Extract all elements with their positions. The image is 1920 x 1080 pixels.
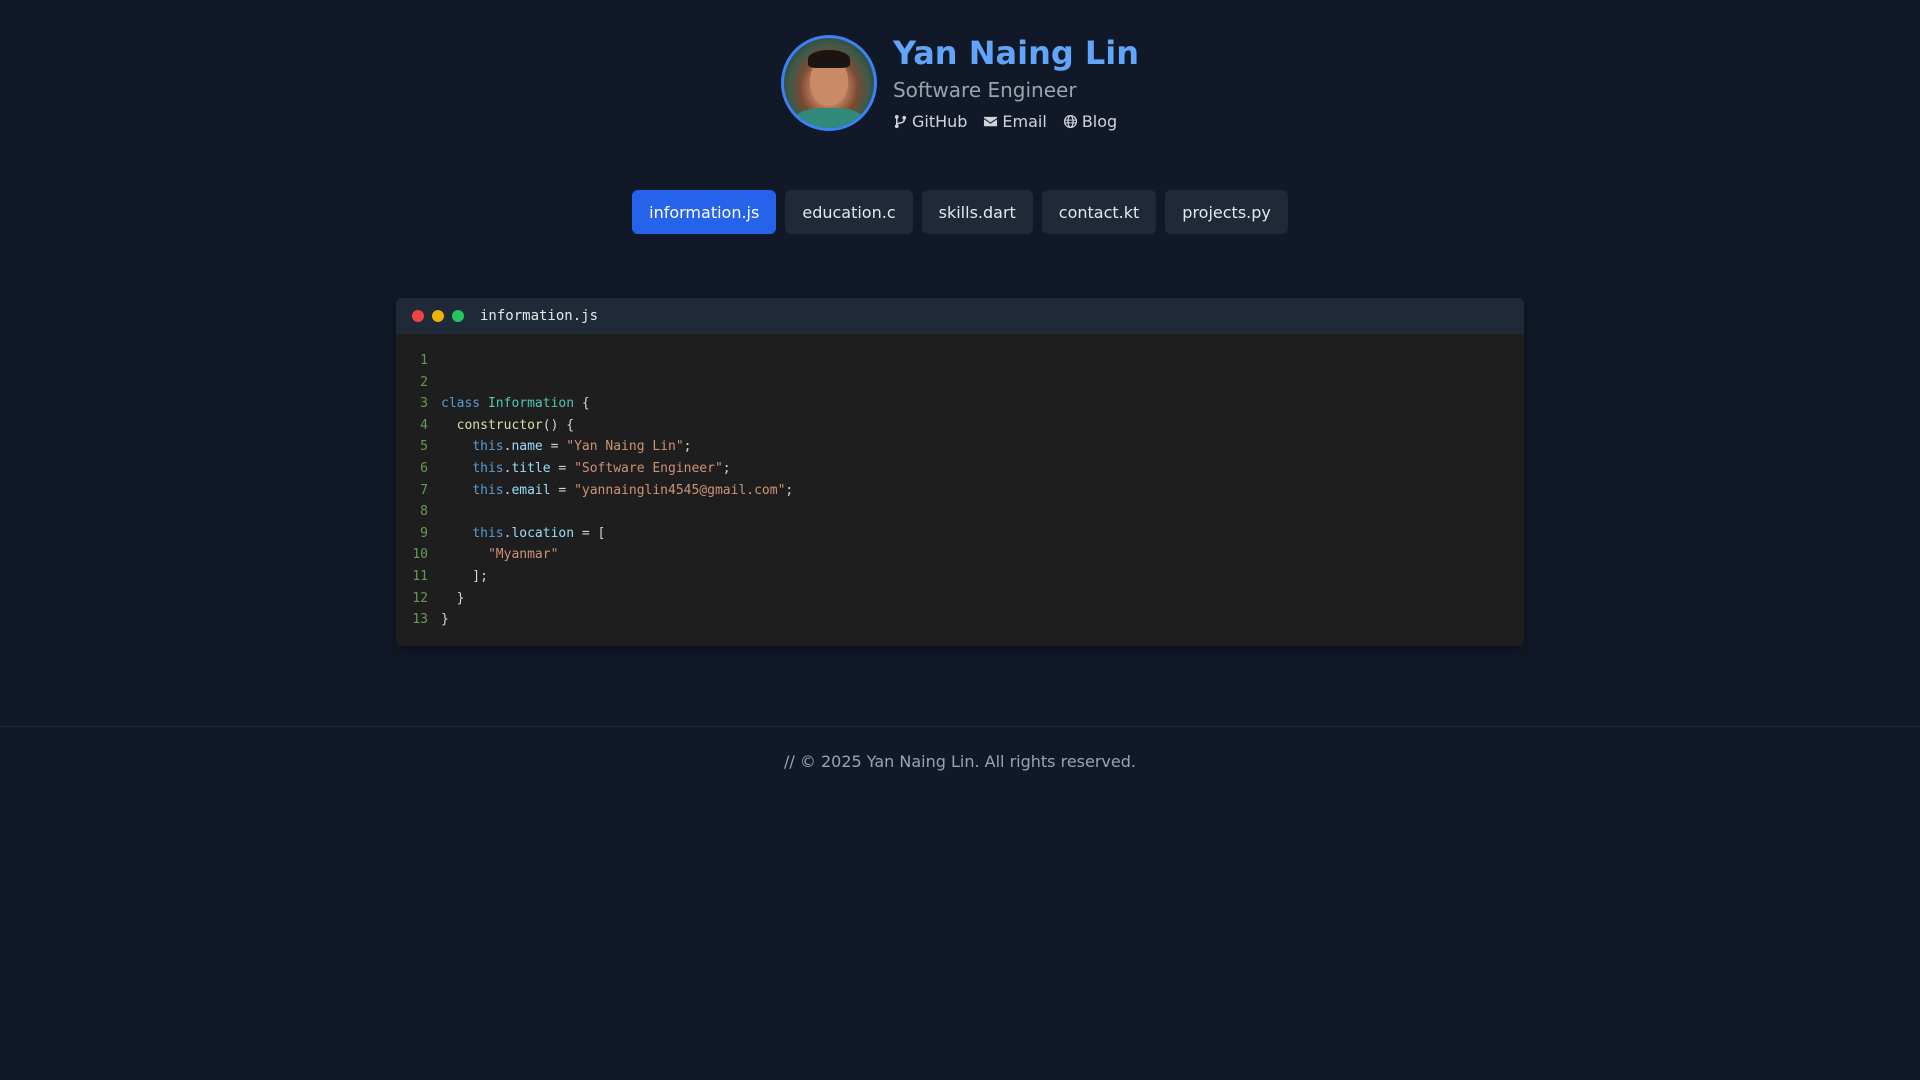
code-token: } [441, 612, 449, 628]
code-token: this [472, 525, 504, 541]
code-token: { [574, 396, 590, 412]
line-number: 13 [412, 612, 428, 628]
editor-titlebar: information.js [396, 298, 1524, 334]
email-link[interactable]: Email [983, 112, 1047, 131]
globe-icon [1063, 114, 1077, 129]
avatar-hair [807, 49, 850, 68]
code-token: } [441, 590, 465, 606]
code-line: 13} [396, 609, 1524, 631]
profile-name: Yan Naing Lin [892, 34, 1140, 72]
footer-divider [0, 726, 1920, 727]
line-number: 8 [420, 504, 428, 520]
code-line: 9 this. location = [ [396, 523, 1524, 545]
tab-skills-dart[interactable]: skills.dart [921, 190, 1033, 234]
blog-link[interactable]: Blog [1063, 112, 1117, 131]
tab-education-c[interactable]: education.c [785, 190, 913, 234]
tab-projects-py[interactable]: projects.py [1165, 190, 1288, 234]
line-number: 12 [412, 590, 428, 606]
profile-links: GitHub Email Blog [893, 112, 1139, 131]
footer-text: // © 2025 Yan Naing Lin. All rights rese… [784, 752, 1136, 771]
editor-filename: information.js [480, 308, 599, 324]
profile-info: Yan Naing Lin Software Engineer GitHub E… [893, 34, 1139, 131]
line-number: 11 [412, 568, 428, 584]
code-token: "Software Engineer" [574, 460, 723, 476]
avatar [780, 34, 877, 131]
code-token: = [550, 482, 575, 498]
tab-contact-kt[interactable]: contact.kt [1041, 190, 1157, 234]
code-line: 3 class Information { [396, 393, 1524, 415]
close-dot-icon [412, 310, 424, 322]
page: Yan Naing Lin Software Engineer GitHub E… [0, 0, 1920, 1080]
code-line: 7 this. email = "yannainglin4545@gmail.co… [396, 480, 1524, 502]
code-token: ; [785, 482, 794, 498]
code-line: 2 [396, 372, 1524, 394]
code-body: 1 2 3 class Information {4 constructor() {5… [396, 334, 1524, 631]
code-token: location [511, 525, 575, 541]
file-tabs: information.js education.c skills.dart c… [0, 190, 1920, 234]
code-line: 6 this. title = "Software Engineer"; [396, 458, 1524, 480]
code-line: 1 [396, 350, 1524, 372]
maximize-dot-icon [452, 310, 464, 322]
code-line: 12 } [396, 588, 1524, 610]
line-number: 9 [420, 525, 428, 541]
avatar-shirt [793, 107, 864, 128]
code-editor-window: information.js 1 2 3 class Information {4 c… [396, 298, 1524, 646]
code-token: ]; [441, 568, 488, 584]
code-token: . [503, 460, 512, 476]
line-number: 5 [420, 439, 428, 455]
code-token: name [511, 439, 543, 455]
code-line: 5 this. name = "Yan Naing Lin"; [396, 436, 1524, 458]
code-token: this [472, 439, 504, 455]
line-number: 7 [420, 482, 428, 498]
blog-link-label: Blog [1081, 112, 1118, 131]
code-token: email [511, 482, 551, 498]
profile-title: Software Engineer [892, 78, 1077, 102]
code-token: = [ [574, 525, 606, 541]
line-number: 1 [420, 353, 428, 368]
code-token: = [542, 439, 567, 455]
email-link-label: Email [1002, 112, 1047, 131]
code-token: ; [683, 439, 692, 455]
code-token: . [503, 482, 512, 498]
code-token: ; [722, 460, 731, 476]
code-token: this [472, 482, 504, 498]
profile-header-inner: Yan Naing Lin Software Engineer GitHub E… [780, 34, 1139, 131]
code-line: 4 constructor() { [396, 415, 1524, 437]
envelope-icon [984, 116, 998, 127]
code-line: 8 [396, 501, 1524, 523]
tab-information-js[interactable]: information.js [632, 190, 777, 234]
profile-header: Yan Naing Lin Software Engineer GitHub E… [0, 34, 1920, 131]
code-token: constructor [456, 417, 543, 433]
code-token: "yannainglin4545@gmail.com" [574, 482, 786, 498]
code-token: "Yan Naing Lin" [566, 439, 684, 455]
code-token: "Myanmar" [487, 547, 559, 563]
code-token: class [441, 396, 481, 412]
line-number: 4 [420, 417, 428, 433]
line-number: 2 [420, 374, 428, 390]
git-branch-icon [894, 114, 907, 129]
code-token: this [472, 460, 504, 476]
code-token: () { [542, 417, 575, 433]
code-token: Information [487, 396, 575, 412]
code-token: . [503, 439, 512, 455]
code-token: . [503, 525, 512, 541]
line-number: 6 [420, 460, 428, 476]
code-line: 11 ]; [396, 566, 1524, 588]
code-token: = [550, 460, 575, 476]
line-number: 3 [420, 396, 428, 412]
code-line: 10 "Myanmar" [396, 544, 1524, 566]
code-token: title [511, 460, 551, 476]
github-link-label: GitHub [911, 112, 968, 131]
github-link[interactable]: GitHub [893, 112, 967, 131]
line-number: 10 [412, 547, 428, 563]
minimize-dot-icon [432, 310, 444, 322]
